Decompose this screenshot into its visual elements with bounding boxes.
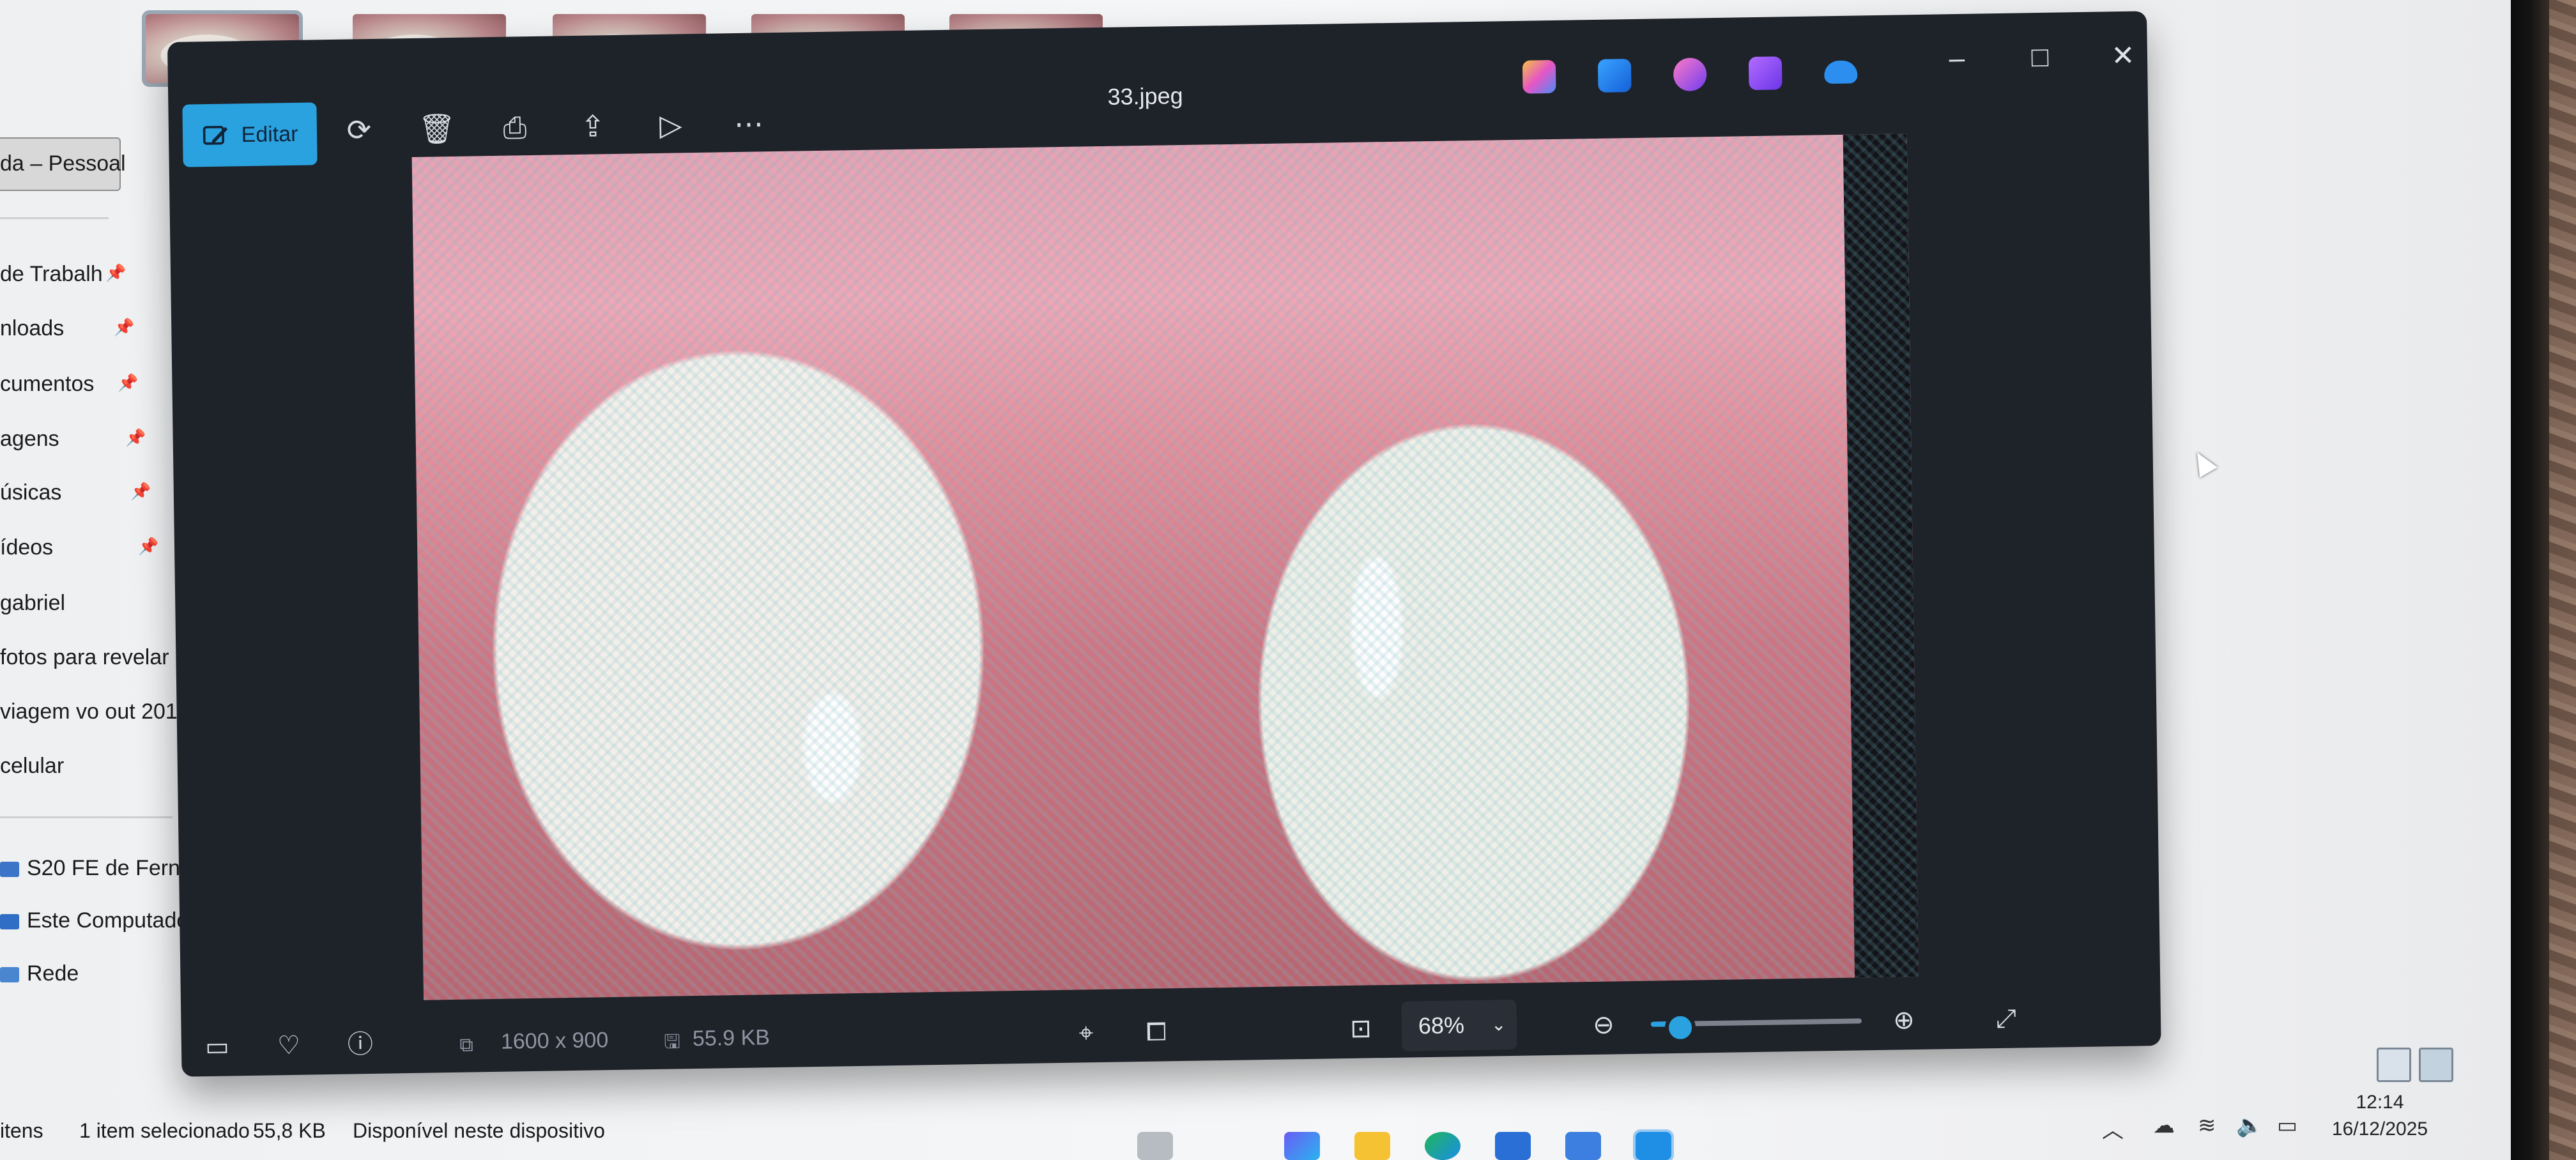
maximize-button[interactable]: □ xyxy=(2021,38,2060,77)
zoom-out-icon[interactable]: ⊖ xyxy=(1587,1008,1621,1042)
share-icon[interactable]: ⇪ xyxy=(574,107,613,146)
actual-size-icon[interactable]: ⊡ xyxy=(1344,1012,1378,1046)
photos-viewer-window: Editar ⟳ 🗑 ⎙ ⇪ ▷ ⋯ 33.jpeg – □ ✕ ▭ ♡ ⓘ ⧉… xyxy=(167,11,2161,1077)
tray-overflow-icon[interactable]: ︿ xyxy=(2102,1113,2124,1144)
app-icon[interactable] xyxy=(1565,1132,1601,1160)
zoom-in-icon[interactable]: ⊕ xyxy=(1887,1004,1921,1037)
filmstrip-icon[interactable]: ▭ xyxy=(201,1030,234,1064)
pin-icon: 📌 xyxy=(105,263,126,282)
clock-date: 16/12/2025 xyxy=(2331,1118,2428,1140)
task-view-icon[interactable] xyxy=(1137,1132,1173,1160)
visual-search-icon[interactable]: ⌖ xyxy=(1070,1016,1103,1050)
nav-device-label: Este Computador xyxy=(27,908,196,933)
viewed-image[interactable] xyxy=(411,134,1919,1000)
nav-device-label: Rede xyxy=(27,961,79,986)
taskbar-clock[interactable]: 12:14 16/12/2025 xyxy=(2326,1089,2434,1143)
clipchamp-icon[interactable] xyxy=(1673,57,1707,91)
image-edge-shadow xyxy=(1843,134,1919,978)
battery-icon[interactable]: ▭ xyxy=(2277,1113,2297,1138)
zoom-dropdown[interactable]: 68% ⌄ xyxy=(1401,999,1517,1051)
pin-icon: 📌 xyxy=(125,428,146,447)
nav-item[interactable]: nloads xyxy=(0,316,64,341)
thumbnails-view-button[interactable] xyxy=(2419,1048,2453,1082)
wifi-icon[interactable]: ≋ xyxy=(2198,1113,2216,1138)
nav-divider xyxy=(0,217,109,219)
nav-item[interactable]: de Trabalh xyxy=(0,262,103,287)
designer-icon[interactable] xyxy=(1597,59,1632,93)
text-extract-icon[interactable]: ⧠ xyxy=(1140,1015,1174,1049)
minimize-button[interactable]: – xyxy=(1938,40,1977,79)
mouse-cursor-icon xyxy=(2188,447,2218,478)
pin-icon: 📌 xyxy=(118,373,139,392)
info-icon[interactable]: ⓘ xyxy=(344,1028,378,1062)
favorite-icon[interactable]: ♡ xyxy=(272,1029,306,1063)
nav-item[interactable]: úsicas xyxy=(0,480,61,505)
zoom-slider[interactable] xyxy=(1650,1012,1862,1044)
edit-image-icon xyxy=(203,126,227,145)
nav-item-onedrive-pessoal[interactable]: da – Pessoal xyxy=(0,137,126,191)
image-highlight xyxy=(1350,556,1404,698)
details-view-button[interactable] xyxy=(2377,1048,2411,1082)
chevron-down-icon: ⌄ xyxy=(1491,1014,1506,1035)
pin-icon: 📌 xyxy=(114,317,135,337)
image-dimensions: 1600 x 900 xyxy=(500,1028,609,1054)
image-highlight xyxy=(802,692,862,803)
viewer-filename: 33.jpeg xyxy=(1107,82,1183,110)
delete-icon[interactable]: 🗑 xyxy=(418,109,457,148)
nav-item[interactable]: viagem vo out 2018 xyxy=(0,699,190,724)
nav-device-item[interactable]: Rede xyxy=(0,961,79,986)
computer-icon xyxy=(0,914,19,930)
nav-device-item[interactable]: Este Computador xyxy=(0,908,196,933)
image-file-size: 55.9 KB xyxy=(692,1025,770,1051)
more-icon[interactable]: ⋯ xyxy=(730,104,769,143)
nav-item[interactable]: fotos para revelar xyxy=(0,645,169,670)
slideshow-icon[interactable]: ▷ xyxy=(652,105,691,144)
close-button[interactable]: ✕ xyxy=(2104,36,2143,75)
nav-item[interactable]: cumentos xyxy=(0,372,94,397)
photos-taskbar-icon[interactable] xyxy=(1633,1129,1674,1160)
file-explorer-icon[interactable] xyxy=(1354,1132,1390,1160)
onedrive-tray-icon[interactable]: ☁ xyxy=(2153,1113,2175,1138)
taskbar xyxy=(0,1124,2517,1160)
nav-item[interactable]: gabriel xyxy=(0,591,65,616)
nav-divider xyxy=(0,816,172,818)
pin-icon: 📌 xyxy=(138,537,159,556)
clock-time: 12:14 xyxy=(2356,1092,2404,1113)
volume-icon[interactable]: 🔈 xyxy=(2236,1113,2263,1138)
nav-item[interactable]: ídeos xyxy=(0,535,53,560)
file-size-icon: 🖫 xyxy=(664,1031,681,1053)
background-fabric xyxy=(2549,0,2576,1160)
edge-icon[interactable] xyxy=(1425,1132,1460,1160)
edit-button[interactable]: Editar xyxy=(182,102,318,167)
zoom-slider-thumb[interactable] xyxy=(1664,1012,1696,1044)
rotate-icon[interactable]: ⟳ xyxy=(340,111,379,149)
print-icon[interactable]: ⎙ xyxy=(496,108,535,147)
copilot-taskbar-icon[interactable] xyxy=(1284,1132,1320,1160)
nav-item-label: da – Pessoal xyxy=(0,151,126,176)
video-editor-icon[interactable] xyxy=(1748,56,1782,91)
nav-item[interactable]: agens xyxy=(0,427,59,452)
zoom-value: 68% xyxy=(1418,1012,1465,1039)
nav-item[interactable]: celular xyxy=(0,754,64,779)
phone-icon xyxy=(0,862,19,878)
network-icon xyxy=(0,967,19,983)
dimensions-icon: ⧉ xyxy=(459,1034,473,1056)
pin-icon: 📌 xyxy=(130,482,151,501)
copilot-icon[interactable] xyxy=(1522,59,1556,94)
fullscreen-icon[interactable]: ⤢ xyxy=(1989,1002,2023,1035)
edit-button-label: Editar xyxy=(241,121,298,147)
store-icon[interactable] xyxy=(1495,1132,1531,1160)
onedrive-icon[interactable] xyxy=(1823,60,1858,84)
